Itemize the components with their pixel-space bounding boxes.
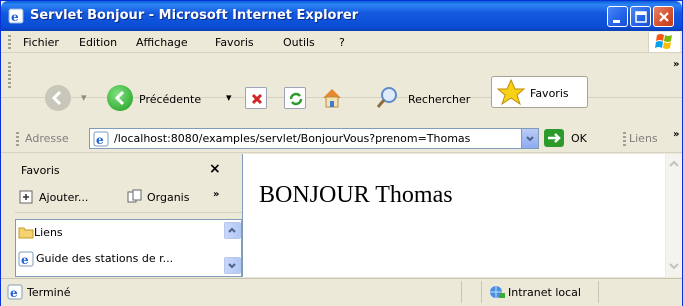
status-divider — [481, 281, 482, 303]
organize-favorites-button[interactable]: Organis — [127, 188, 211, 208]
favorites-pane-toolbar: Ajouter... Organis » — [15, 183, 242, 213]
stop-icon — [251, 93, 263, 105]
page-icon: e — [93, 131, 109, 147]
stop-button[interactable] — [245, 87, 267, 109]
svg-text:e: e — [96, 133, 104, 147]
close-button[interactable] — [653, 6, 674, 27]
address-url: /localhost:8080/examples/servlet/Bonjour… — [114, 132, 471, 145]
go-arrow-icon — [548, 133, 561, 143]
menu-outils[interactable]: Outils — [283, 36, 315, 49]
chevron-down-icon — [669, 263, 679, 270]
toolbar-grip[interactable] — [8, 62, 11, 90]
address-dropdown-button[interactable] — [521, 129, 538, 148]
add-favorite-label: Ajouter... — [39, 191, 89, 204]
back-button-disabled[interactable] — [45, 85, 71, 111]
menu-edition[interactable]: Edition — [79, 36, 117, 49]
menu-favoris[interactable]: Favoris — [215, 36, 254, 49]
folder-icon — [18, 227, 34, 239]
favorites-label: Favoris — [530, 87, 569, 100]
page-content: BONJOUR Thomas — [242, 154, 682, 277]
search-button[interactable]: Rechercher — [375, 85, 487, 113]
favorites-scroll-up[interactable] — [224, 222, 241, 239]
intranet-icon — [490, 286, 505, 298]
add-favorite-icon — [19, 190, 33, 204]
maximize-button[interactable] — [630, 6, 651, 27]
organize-label: Organis — [147, 191, 190, 204]
window-title: Servlet Bonjour - Microsoft Internet Exp… — [30, 8, 359, 23]
content-scrollbar[interactable] — [665, 154, 682, 277]
page-icon: e — [18, 251, 34, 267]
menu-bar: Fichier Edition Affichage Favoris Outils… — [1, 31, 682, 53]
favorites-list: Liens e Guide des stations de r... — [15, 219, 242, 277]
favorites-button[interactable]: Favoris — [491, 76, 588, 108]
favorites-pane-title: Favoris — [21, 164, 60, 177]
history-dropdown-arrow[interactable]: ▾ — [226, 91, 232, 104]
back-dropdown-arrow[interactable]: ▾ — [81, 91, 87, 104]
menu-grip[interactable] — [8, 35, 11, 49]
minimize-button[interactable] — [607, 6, 628, 27]
title-bar[interactable]: e Servlet Bonjour - Microsoft Internet E… — [1, 1, 682, 31]
menu-fichier[interactable]: Fichier — [23, 36, 59, 49]
home-icon — [323, 89, 341, 108]
favorites-item-label: Guide des stations de r... — [36, 252, 174, 265]
favorites-item-label: Liens — [34, 226, 63, 239]
chevron-up-icon — [228, 227, 236, 233]
forward-icon — [114, 90, 125, 106]
add-favorite-button[interactable]: Ajouter... — [19, 188, 129, 208]
menu-help[interactable]: ? — [339, 36, 345, 49]
svg-text:e: e — [10, 286, 18, 300]
page-heading: BONJOUR Thomas — [259, 182, 453, 208]
ie-icon: e — [8, 8, 24, 24]
search-icon — [376, 87, 397, 108]
close-icon — [659, 12, 669, 22]
search-label: Rechercher — [408, 93, 471, 106]
maximize-icon — [635, 11, 647, 23]
status-bar: e Terminé Intranet local — [1, 278, 682, 306]
toolbar-chevron[interactable]: » — [673, 59, 679, 70]
forward-button[interactable] — [107, 85, 133, 111]
links-label[interactable]: Liens — [629, 132, 658, 145]
refresh-button[interactable] — [284, 87, 306, 109]
status-divider — [461, 281, 462, 303]
address-label: Adresse — [25, 132, 69, 145]
page-icon: e — [7, 284, 23, 300]
browser-window: e Servlet Bonjour - Microsoft Internet E… — [0, 0, 683, 306]
favorites-star-icon — [496, 78, 526, 106]
minimize-icon — [613, 20, 620, 23]
home-button[interactable] — [319, 85, 345, 111]
status-divider — [598, 281, 599, 303]
back-icon — [51, 90, 62, 106]
go-button[interactable] — [544, 129, 564, 147]
address-input[interactable]: e /localhost:8080/examples/servlet/Bonjo… — [89, 128, 539, 149]
windows-logo-icon — [655, 34, 672, 49]
status-zone: Intranet local — [508, 286, 581, 299]
chevron-down-icon — [228, 263, 236, 269]
chevron-up-icon — [669, 160, 679, 167]
favorites-pane-close-button[interactable]: × — [209, 161, 221, 177]
chevron-down-icon — [526, 136, 534, 142]
address-grip[interactable] — [16, 132, 19, 146]
links-grip[interactable] — [623, 132, 626, 146]
back-label[interactable]: Précédente — [139, 93, 201, 106]
windows-logo — [648, 32, 680, 52]
go-label[interactable]: OK — [571, 132, 587, 145]
svg-text:e: e — [21, 253, 29, 267]
svg-text:e: e — [11, 10, 19, 24]
links-chevron[interactable]: » — [673, 129, 679, 140]
favorites-scroll-down[interactable] — [224, 257, 241, 274]
menu-affichage[interactable]: Affichage — [136, 36, 188, 49]
status-text: Terminé — [27, 286, 71, 299]
refresh-icon — [289, 92, 303, 106]
favorites-toolbar-chevron[interactable]: » — [213, 189, 219, 200]
organize-icon — [127, 189, 142, 203]
